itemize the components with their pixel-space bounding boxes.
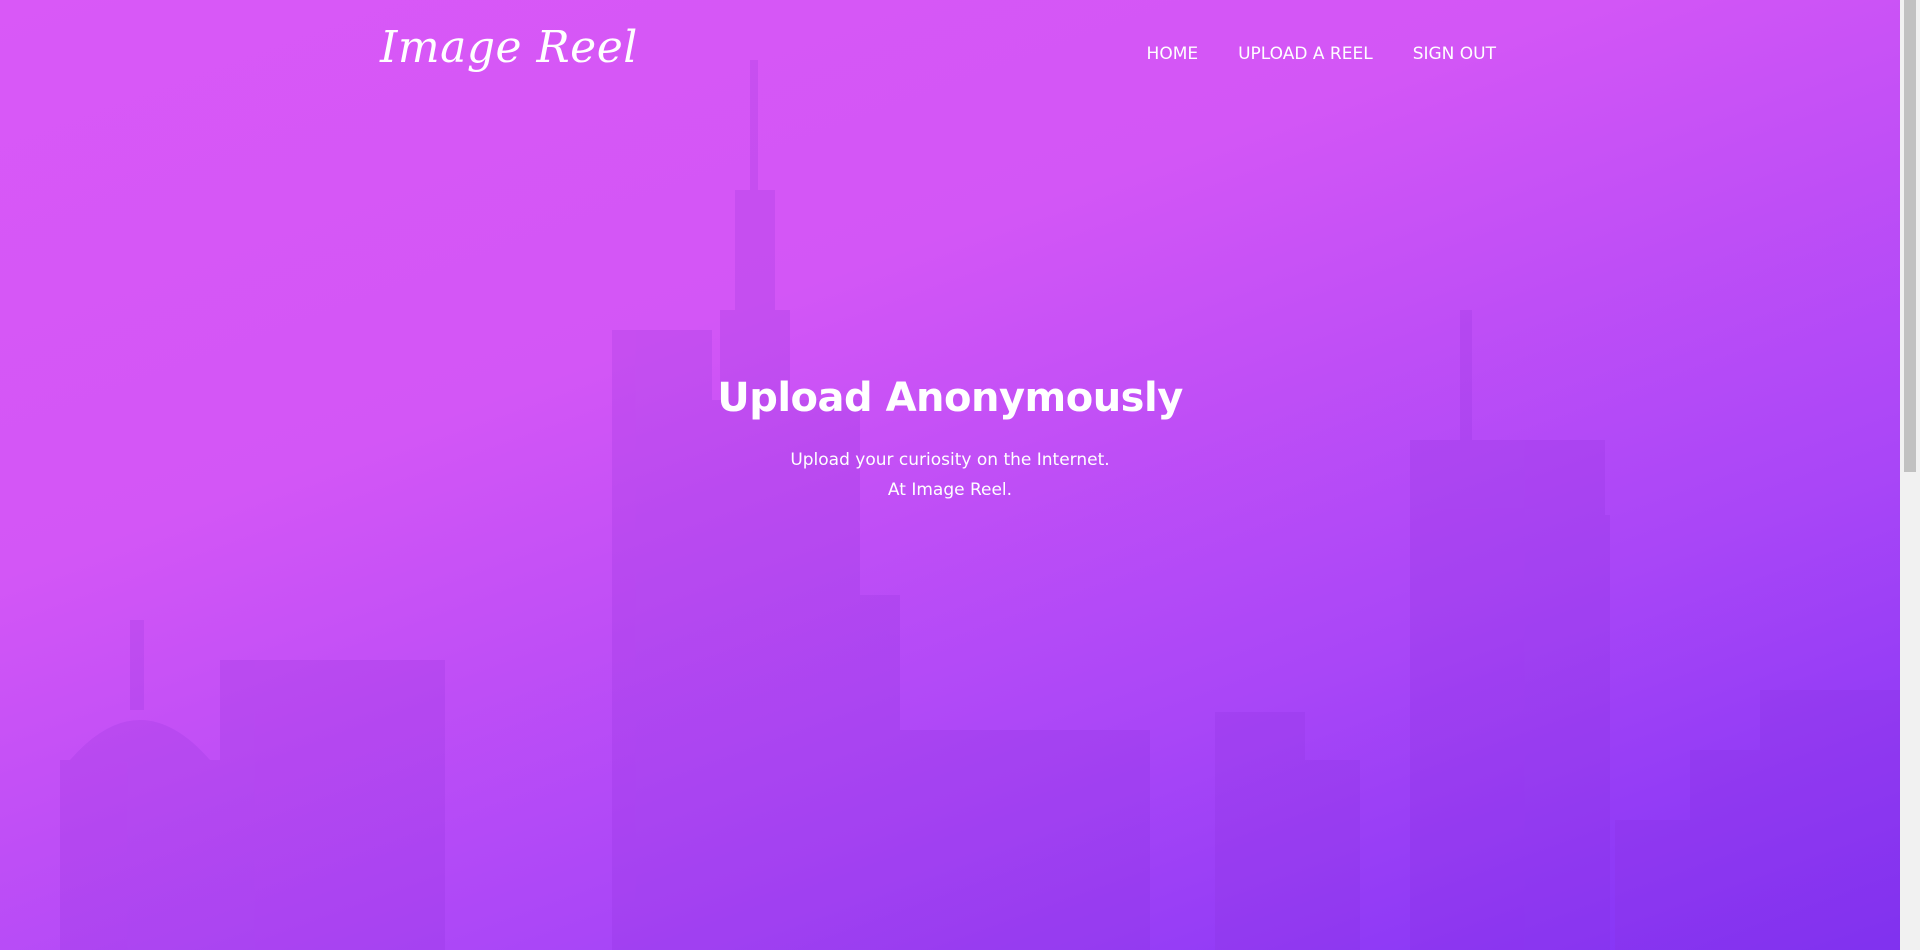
site-logo[interactable]: Image Reel [380,22,638,73]
hero-subtitle-line1: Upload your curiosity on the Internet. [790,450,1110,470]
nav-home-link[interactable]: HOME [1147,44,1199,64]
nav-upload-reel-link[interactable]: UPLOAD A REEL [1238,44,1373,64]
site-header: Image Reel HOME UPLOAD A REEL SIGN OUT [0,0,1900,110]
nav-sign-out-link[interactable]: SIGN OUT [1413,44,1496,64]
scrollbar-thumb[interactable] [1904,0,1916,472]
hero-section: Upload Anonymously Upload your curiosity… [0,375,1900,505]
hero-subtitle: Upload your curiosity on the Internet. A… [0,445,1900,505]
hero-subtitle-line2: At Image Reel. [887,480,1013,500]
hero-title: Upload Anonymously [717,375,1183,421]
vertical-scrollbar[interactable] [1900,0,1920,950]
main-nav: HOME UPLOAD A REEL SIGN OUT [1147,44,1496,64]
page: Image Reel HOME UPLOAD A REEL SIGN OUT U… [0,0,1920,950]
